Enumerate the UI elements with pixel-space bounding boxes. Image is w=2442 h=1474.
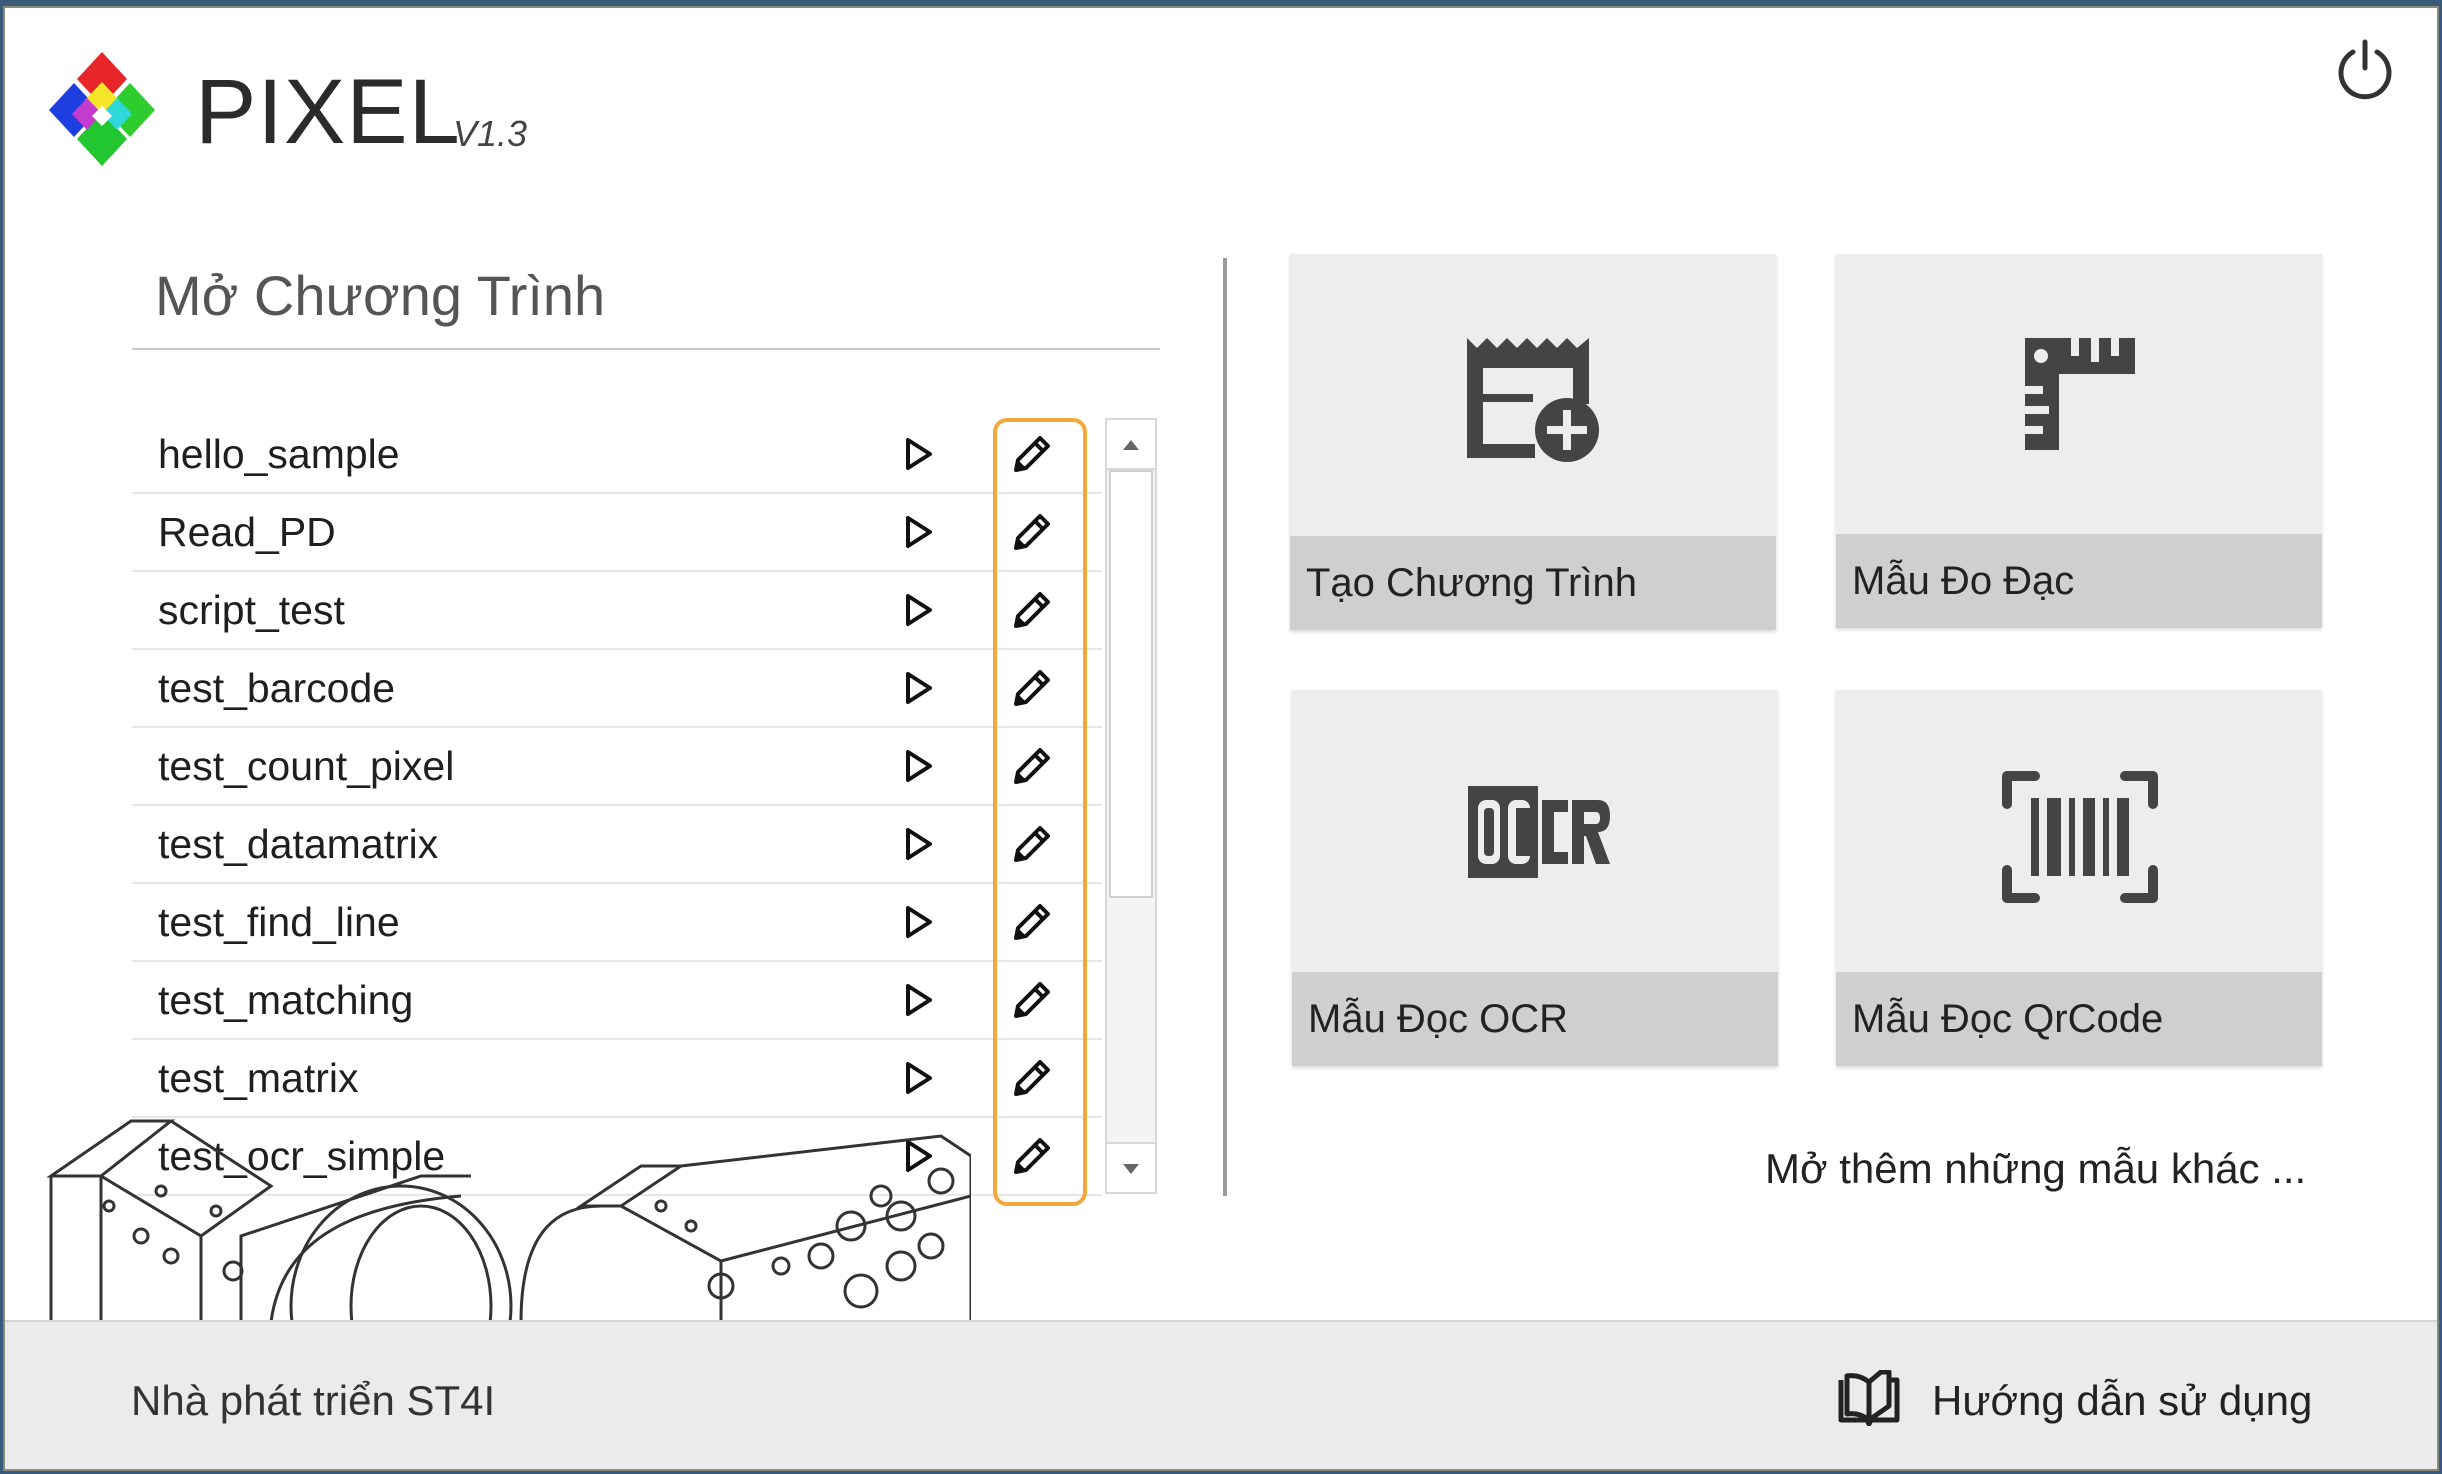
calendar-add-icon [1467, 338, 1599, 462]
play-icon[interactable] [898, 746, 938, 786]
app-window: PIXEL V1.3 Mở Chương Trình hello_sample R… [3, 6, 2439, 1471]
program-row[interactable]: test_count_pixel [132, 728, 1102, 806]
play-icon[interactable] [898, 434, 938, 474]
pencil-icon[interactable] [1008, 430, 1056, 478]
pencil-icon[interactable] [1008, 820, 1056, 868]
power-icon[interactable] [2333, 38, 2397, 102]
program-name: test_count_pixel [158, 743, 455, 789]
pencil-icon[interactable] [1008, 586, 1056, 634]
qrcode-template-tile[interactable]: Mẫu Đọc QrCode [1836, 690, 2322, 1066]
qrcode-template-label: Mẫu Đọc QrCode [1836, 972, 2322, 1066]
program-list: hello_sample Read_PD script_test test_barco… [132, 416, 1102, 1196]
create-program-label: Tạo Chương Trình [1290, 536, 1776, 630]
app-title: PIXEL [195, 61, 461, 163]
ocr-template-label: Mẫu Đọc OCR [1292, 972, 1778, 1066]
program-row[interactable]: test_matching [132, 962, 1102, 1040]
program-name: script_test [158, 587, 345, 633]
pencil-icon[interactable] [1008, 1132, 1056, 1180]
pencil-icon[interactable] [1008, 976, 1056, 1024]
program-row[interactable]: script_test [132, 572, 1102, 650]
developer-text: Nhà phát triển ST4I [131, 1377, 496, 1424]
footer: Nhà phát triển ST4I Hướng dẫn sử dụng [5, 1320, 2437, 1469]
program-list-scrollbar[interactable] [1105, 418, 1157, 1194]
more-templates-link[interactable]: Mở thêm những mẫu khác ... [1765, 1148, 2306, 1190]
program-row[interactable]: test_datamatrix [132, 806, 1102, 884]
play-icon[interactable] [898, 512, 938, 552]
pencil-icon[interactable] [1008, 898, 1056, 946]
play-icon[interactable] [898, 590, 938, 630]
play-icon[interactable] [898, 1058, 938, 1098]
program-name: test_matrix [158, 1055, 359, 1101]
app-version: V1.3 [453, 113, 528, 154]
ruler-icon [2025, 338, 2135, 450]
scroll-down-button[interactable] [1107, 1142, 1155, 1192]
measure-template-label: Mẫu Đo Đạc [1836, 534, 2322, 628]
ocr-template-tile[interactable]: Mẫu Đọc OCR [1292, 690, 1778, 1066]
vertical-divider [1223, 258, 1227, 1196]
user-guide-label: Hướng dẫn sử dụng [1932, 1377, 2313, 1424]
pencil-icon[interactable] [1008, 1054, 1056, 1102]
arrow-down-icon [1123, 1164, 1139, 1174]
program-name: Read_PD [158, 509, 336, 555]
program-name: test_find_line [158, 899, 400, 945]
play-icon[interactable] [898, 824, 938, 864]
book-icon [1838, 1370, 1900, 1426]
camera-illustration [46, 1119, 971, 1322]
pencil-icon[interactable] [1008, 742, 1056, 790]
measure-template-tile[interactable]: Mẫu Đo Đạc [1836, 254, 2322, 628]
program-name: test_datamatrix [158, 821, 439, 867]
create-program-tile[interactable]: Tạo Chương Trình [1290, 254, 1776, 630]
title-underline [132, 348, 1160, 350]
program-name: test_barcode [158, 665, 396, 711]
program-row[interactable]: hello_sample [132, 416, 1102, 494]
program-name: test_matching [158, 977, 414, 1023]
program-row[interactable]: test_barcode [132, 650, 1102, 728]
pixel-logo [49, 52, 155, 166]
program-row[interactable]: Read_PD [132, 494, 1102, 572]
arrow-up-icon [1123, 440, 1139, 450]
program-row[interactable]: test_matrix [132, 1040, 1102, 1118]
play-icon[interactable] [898, 668, 938, 708]
pencil-icon[interactable] [1008, 508, 1056, 556]
pencil-icon[interactable] [1008, 664, 1056, 712]
ocr-icon [1468, 786, 1612, 882]
play-icon[interactable] [898, 980, 938, 1020]
open-program-title: Mở Chương Trình [155, 264, 606, 327]
scroll-up-button[interactable] [1107, 420, 1155, 470]
program-name: hello_sample [158, 431, 400, 477]
scroll-thumb[interactable] [1109, 470, 1153, 898]
program-row[interactable]: test_find_line [132, 884, 1102, 962]
barcode-icon [2002, 771, 2158, 903]
play-icon[interactable] [898, 902, 938, 942]
